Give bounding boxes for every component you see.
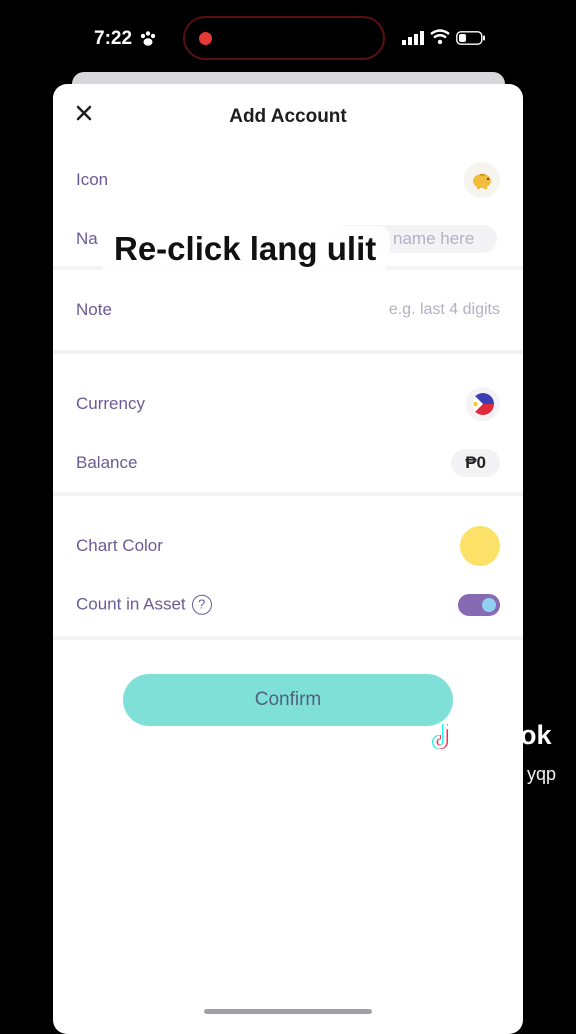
battery-icon — [456, 31, 485, 45]
toggle-knob — [482, 597, 496, 612]
balance-label: Balance — [76, 452, 138, 472]
count-in-asset-row: Count in Asset? — [53, 575, 523, 634]
chart-color-label: Chart Color — [76, 535, 163, 555]
currency-row[interactable]: Currency — [53, 374, 523, 433]
signal-icon — [402, 31, 424, 45]
balance-value[interactable]: ₱0 — [451, 448, 500, 477]
help-icon[interactable]: ? — [191, 594, 212, 615]
caption-overlay: Re-click lang ulit — [100, 226, 391, 272]
page-title: Add Account — [229, 106, 347, 127]
currency-label: Currency — [76, 393, 145, 413]
icon-label: Icon — [76, 169, 109, 189]
note-label: Note — [76, 300, 112, 319]
chart-color-row[interactable]: Chart Color — [53, 516, 523, 575]
chart-color-swatch[interactable] — [460, 525, 500, 566]
watermark-brand: ok — [520, 720, 552, 750]
status-time: 7:22 — [94, 28, 133, 49]
recording-dot — [199, 32, 212, 45]
name-label: Na — [76, 228, 98, 248]
piggy-bank-icon[interactable] — [464, 161, 500, 198]
count-in-asset-text: Count in Asset — [76, 594, 186, 614]
name-placeholder: name here — [393, 229, 475, 248]
home-indicator — [204, 1009, 372, 1014]
tiktok-icon — [432, 723, 455, 749]
count-in-asset-label: Count in Asset? — [76, 594, 212, 615]
note-row[interactable]: Note e.g. last 4 digits — [53, 270, 523, 350]
paw-icon — [140, 31, 156, 46]
note-section: Note e.g. last 4 digits — [53, 270, 523, 354]
count-in-asset-toggle[interactable] — [458, 593, 500, 616]
sheet-header: Add Account — [53, 84, 523, 150]
note-input[interactable]: e.g. last 4 digits — [389, 301, 500, 319]
icon-row[interactable]: Icon — [53, 150, 523, 209]
dynamic-island — [183, 16, 385, 60]
confirm-button[interactable]: Confirm — [123, 674, 453, 726]
philippines-flag-icon[interactable] — [466, 386, 500, 421]
wifi-icon — [430, 29, 450, 45]
display-section: Chart Color Count in Asset? — [53, 496, 523, 640]
watermark-handle: yqp — [527, 764, 557, 784]
money-section: Currency Balance ₱0 — [53, 354, 523, 496]
balance-row[interactable]: Balance ₱0 — [53, 433, 523, 492]
